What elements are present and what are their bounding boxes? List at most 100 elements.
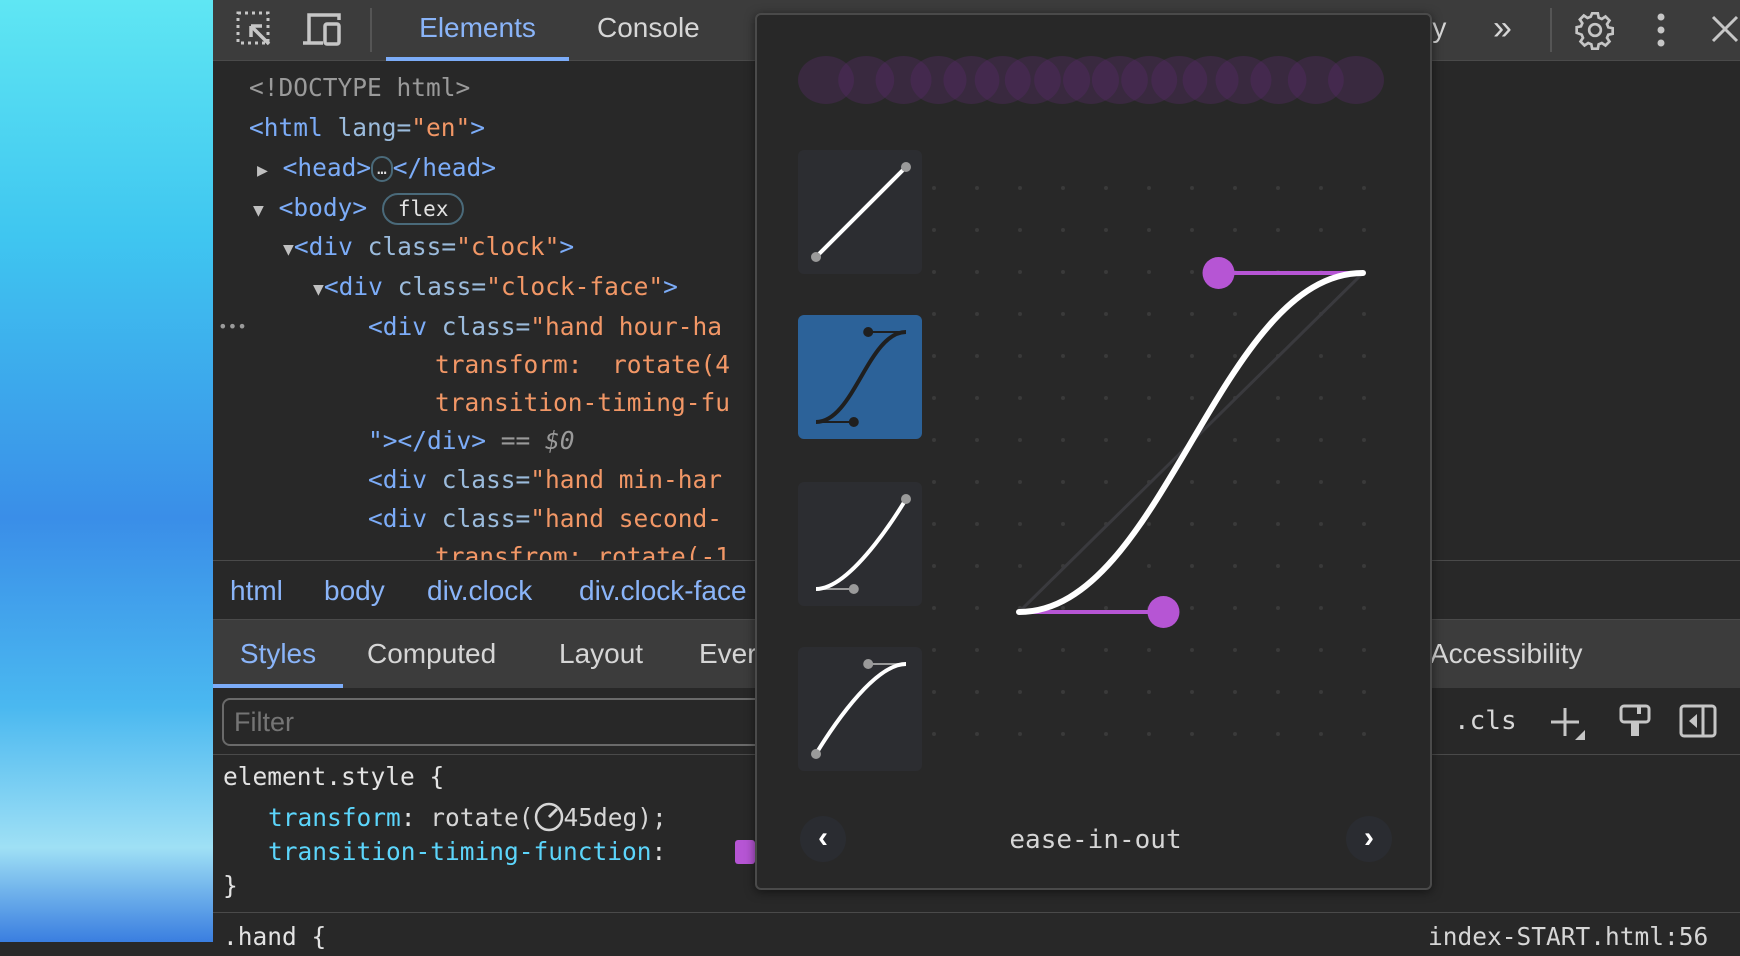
preset-linear[interactable]	[798, 150, 922, 274]
kebab-menu-icon[interactable]	[1653, 12, 1669, 48]
grid-dot	[1018, 690, 1022, 694]
grid-dot	[1362, 480, 1366, 484]
collapse-triangle-icon[interactable]: ▼	[253, 200, 264, 221]
grid-dot	[1018, 270, 1022, 274]
next-preset-button[interactable]: ›	[1346, 816, 1392, 862]
rule-selector[interactable]: element.style {	[223, 758, 444, 796]
grid-dot	[1061, 480, 1065, 484]
more-tabs-button[interactable]: »	[1493, 0, 1512, 61]
gear-icon[interactable]	[1575, 10, 1615, 50]
inspect-element-icon[interactable]	[235, 10, 275, 50]
breadcrumb-item[interactable]: div.clock-face	[579, 575, 747, 607]
dom-node-clock[interactable]: ▼<div class="clock">	[283, 228, 574, 266]
grid-dot	[1276, 480, 1280, 484]
control-point-handle[interactable]	[1202, 257, 1235, 289]
selected-marker: $0	[545, 426, 575, 455]
tab-elements[interactable]: Elements	[386, 0, 569, 61]
grid-dot	[1147, 732, 1151, 736]
dom-node-head[interactable]: ▶ <head>… </head>	[257, 149, 496, 187]
preset-curve	[814, 662, 907, 756]
source-link[interactable]: index-START.html:56	[1428, 918, 1708, 956]
tab-event-listeners[interactable]: Ever	[699, 620, 757, 688]
toolbar-divider	[370, 8, 372, 52]
grid-dot	[1018, 438, 1022, 442]
breadcrumb-item[interactable]: div.clock	[427, 575, 532, 607]
gutter-dots-icon[interactable]: •••	[218, 308, 247, 346]
dom-node-hour-end[interactable]: "></div> == $0	[368, 422, 575, 460]
filter-input[interactable]	[222, 698, 822, 746]
tab-accessibility[interactable]: Accessibility	[1430, 620, 1582, 688]
grid-dot	[1190, 186, 1194, 190]
grid-dot	[932, 312, 936, 316]
bezier-swatch-icon[interactable]	[735, 840, 755, 864]
grid-dot	[1018, 354, 1022, 358]
tab-styles[interactable]: Styles	[213, 620, 343, 688]
dom-node-second-hand[interactable]: <div class="hand second-	[368, 500, 722, 538]
toggle-sidebar-icon[interactable]	[1679, 704, 1717, 738]
grid-dot	[932, 690, 936, 694]
rule-close-brace: }	[223, 871, 238, 900]
tab-console[interactable]: Console	[597, 0, 700, 61]
collapsed-ellipsis-button[interactable]: …	[371, 156, 393, 182]
grid-dot	[1147, 438, 1151, 442]
preset-name-label: ease-in-out	[1009, 825, 1182, 855]
attr-value: "clock"	[456, 232, 560, 261]
grid-dot	[1233, 480, 1237, 484]
preset-ease-in-out[interactable]	[798, 315, 922, 439]
attr: class=	[441, 312, 531, 341]
paint-brush-icon[interactable]	[1619, 704, 1651, 740]
grid-dot	[1018, 732, 1022, 736]
dom-node-min-hand[interactable]: <div class="hand min-har	[368, 461, 722, 499]
dom-node-hour-hand[interactable]: <div class="hand hour-ha	[368, 308, 722, 346]
grid-dot	[932, 564, 936, 568]
dom-node-body[interactable]: ▼ <body> flex	[253, 189, 465, 227]
grid-dot	[1104, 312, 1108, 316]
grid-dot	[1362, 186, 1366, 190]
style-declaration[interactable]: transition-timing-function:	[268, 833, 666, 871]
breadcrumb-item[interactable]: body	[324, 575, 385, 607]
grid-dot	[1147, 396, 1151, 400]
angle-clock-icon[interactable]	[534, 802, 564, 832]
grid-dot	[1190, 522, 1194, 526]
attr-value: "en"	[411, 113, 471, 142]
grid-dot	[1276, 438, 1280, 442]
grid-dot	[1061, 186, 1065, 190]
grid-dot	[1319, 438, 1323, 442]
device-toggle-icon[interactable]	[301, 10, 347, 50]
grid-dot	[1147, 354, 1151, 358]
grid-dot	[932, 438, 936, 442]
grid-dot	[932, 522, 936, 526]
preset-control-point	[901, 162, 911, 172]
grid-dot	[1276, 228, 1280, 232]
breadcrumb-item[interactable]: html	[230, 575, 283, 607]
colon: :	[651, 837, 667, 866]
tab-layout[interactable]: Layout	[559, 620, 643, 688]
preset-ease-in[interactable]	[798, 482, 922, 606]
control-point-handle[interactable]	[1147, 596, 1180, 628]
style-declaration[interactable]: transform: rotate(45deg);	[268, 799, 667, 837]
new-style-rule-icon[interactable]	[1550, 706, 1586, 740]
tab-computed[interactable]: Computed	[367, 620, 496, 688]
collapse-triangle-icon[interactable]: ▼	[283, 239, 294, 260]
preset-control-point	[811, 749, 821, 759]
grid-dot	[1104, 438, 1108, 442]
flex-badge[interactable]: flex	[381, 193, 465, 225]
dom-node-html[interactable]: <html lang="en">	[249, 109, 485, 147]
preset-curve	[815, 497, 908, 591]
grid-dot	[975, 606, 979, 610]
preset-ease-out[interactable]	[798, 647, 922, 771]
dom-doctype[interactable]: <!DOCTYPE html>	[249, 69, 470, 107]
rule-selector[interactable]: .hand {	[223, 918, 326, 956]
attr: class=	[397, 272, 487, 301]
collapse-triangle-icon[interactable]: ▼	[313, 279, 324, 300]
dom-node-clock-face[interactable]: ▼<div class="clock-face">	[313, 268, 678, 306]
expand-triangle-icon[interactable]: ▶	[257, 160, 268, 181]
rule-divider	[213, 912, 1740, 913]
grid-dot	[1233, 438, 1237, 442]
grid-dot	[1233, 312, 1237, 316]
cls-button[interactable]: .cls	[1454, 706, 1517, 736]
close-icon[interactable]	[1710, 14, 1740, 44]
grid-dot	[1018, 186, 1022, 190]
grid-dot	[1276, 648, 1280, 652]
grid-dot	[975, 228, 979, 232]
